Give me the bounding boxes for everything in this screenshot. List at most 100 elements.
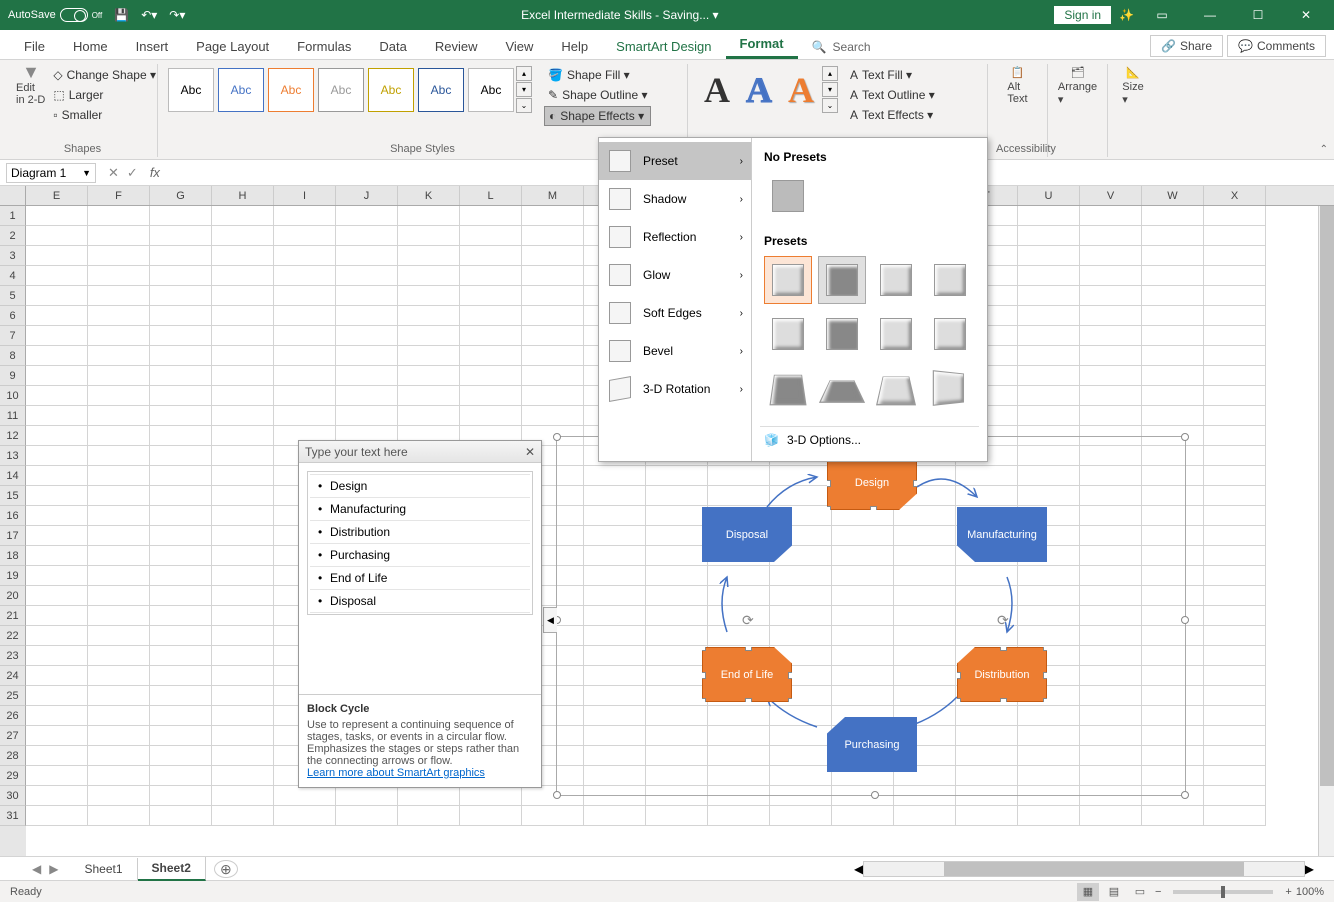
row-header[interactable]: 29: [0, 766, 26, 786]
row-header[interactable]: 2: [0, 226, 26, 246]
autosave-toggle[interactable]: AutoSave Off: [8, 8, 102, 22]
sheet-tab[interactable]: Sheet2: [138, 857, 206, 881]
node-manufacturing[interactable]: Manufacturing: [957, 507, 1047, 562]
column-header[interactable]: V: [1080, 186, 1142, 205]
column-header[interactable]: M: [522, 186, 584, 205]
node-purchasing[interactable]: Purchasing: [827, 717, 917, 772]
column-header[interactable]: I: [274, 186, 336, 205]
rotate-handle[interactable]: ⟳: [997, 612, 1009, 629]
confirm-icon[interactable]: ✓: [127, 165, 138, 181]
row-header[interactable]: 14: [0, 466, 26, 486]
rotate-handle[interactable]: ⟳: [742, 612, 754, 629]
sheet-nav-prev[interactable]: ◀: [32, 862, 41, 876]
row-header[interactable]: 22: [0, 626, 26, 646]
preset-1[interactable]: [764, 256, 812, 304]
change-shape-button[interactable]: ◇Change Shape ▾: [49, 66, 160, 84]
column-header[interactable]: G: [150, 186, 212, 205]
shape-style-4[interactable]: Abc: [318, 68, 364, 112]
preset-2[interactable]: [818, 256, 866, 304]
row-header[interactable]: 8: [0, 346, 26, 366]
sheet-tab[interactable]: Sheet1: [70, 858, 137, 880]
text-effects-button[interactable]: AText Effects ▾: [846, 106, 939, 124]
tab-home[interactable]: Home: [59, 34, 122, 59]
horizontal-scrollbar[interactable]: ◀▶: [854, 861, 1314, 877]
tab-data[interactable]: Data: [365, 34, 420, 59]
tab-view[interactable]: View: [491, 34, 547, 59]
shape-style-1[interactable]: Abc: [168, 68, 214, 112]
effect-reflection[interactable]: Reflection›: [599, 218, 751, 256]
effect-glow[interactable]: Glow›: [599, 256, 751, 294]
row-header[interactable]: 28: [0, 746, 26, 766]
list-item[interactable]: Design: [310, 474, 530, 498]
row-header[interactable]: 7: [0, 326, 26, 346]
node-endoflife[interactable]: End of Life: [702, 647, 792, 702]
effect-bevel[interactable]: Bevel›: [599, 332, 751, 370]
preset-8[interactable]: [926, 310, 974, 358]
list-item[interactable]: Purchasing: [310, 543, 530, 567]
zoom-slider[interactable]: [1173, 890, 1273, 894]
undo-icon[interactable]: ↶▾: [141, 8, 157, 22]
row-header[interactable]: 9: [0, 366, 26, 386]
column-header[interactable]: J: [336, 186, 398, 205]
zoom-in-button[interactable]: +: [1285, 886, 1291, 898]
column-header[interactable]: L: [460, 186, 522, 205]
row-header[interactable]: 3: [0, 246, 26, 266]
text-fill-button[interactable]: AText Fill ▾: [846, 66, 939, 84]
row-header[interactable]: 15: [0, 486, 26, 506]
node-distribution[interactable]: Distribution: [957, 647, 1047, 702]
row-header[interactable]: 26: [0, 706, 26, 726]
wordart-scroll[interactable]: ▴▾⌄: [822, 66, 838, 113]
select-all-corner[interactable]: [0, 186, 26, 206]
effect-preset[interactable]: Preset›: [599, 142, 751, 180]
coming-soon-icon[interactable]: ✨: [1119, 8, 1134, 22]
shape-style-2[interactable]: Abc: [218, 68, 264, 112]
effect-shadow[interactable]: Shadow›: [599, 180, 751, 218]
shape-outline-button[interactable]: ✎Shape Outline ▾: [544, 86, 651, 104]
tab-pagelayout[interactable]: Page Layout: [182, 34, 283, 59]
smartart-diagram[interactable]: ◀ Design Manufacturing Distribution: [556, 436, 1186, 796]
tab-file[interactable]: File: [10, 34, 59, 59]
tab-format[interactable]: Format: [726, 31, 798, 59]
preset-6[interactable]: [818, 310, 866, 358]
preset-none[interactable]: [764, 172, 812, 220]
text-pane-toggle[interactable]: ◀: [543, 607, 557, 633]
view-pagebreak-icon[interactable]: ▭: [1129, 883, 1151, 901]
row-header[interactable]: 18: [0, 546, 26, 566]
row-header[interactable]: 30: [0, 786, 26, 806]
preset-11[interactable]: [872, 364, 920, 412]
column-header[interactable]: E: [26, 186, 88, 205]
preset-4[interactable]: [926, 256, 974, 304]
tab-help[interactable]: Help: [547, 34, 602, 59]
wordart-style-3[interactable]: A: [780, 69, 822, 111]
add-sheet-button[interactable]: ⊕: [214, 860, 238, 878]
node-disposal[interactable]: Disposal: [702, 507, 792, 562]
smaller-button[interactable]: ▫Smaller: [49, 106, 160, 124]
shape-style-6[interactable]: Abc: [418, 68, 464, 112]
column-header[interactable]: X: [1204, 186, 1266, 205]
arrange-button[interactable]: 🗂Arrange ▾: [1056, 66, 1099, 106]
row-header[interactable]: 1: [0, 206, 26, 226]
row-header[interactable]: 12: [0, 426, 26, 446]
sheet-nav-next[interactable]: ▶: [49, 862, 58, 876]
text-outline-button[interactable]: AText Outline ▾: [846, 86, 939, 104]
tab-smartart-design[interactable]: SmartArt Design: [602, 34, 725, 59]
zoom-level[interactable]: 100%: [1296, 886, 1324, 898]
preset-10[interactable]: [818, 364, 866, 412]
preset-7[interactable]: [872, 310, 920, 358]
row-header[interactable]: 5: [0, 286, 26, 306]
view-normal-icon[interactable]: ▦: [1077, 883, 1099, 901]
column-header[interactable]: W: [1142, 186, 1204, 205]
column-header[interactable]: F: [88, 186, 150, 205]
name-box[interactable]: Diagram 1▼: [6, 163, 96, 183]
row-header[interactable]: 19: [0, 566, 26, 586]
effect-softedges[interactable]: Soft Edges›: [599, 294, 751, 332]
tab-formulas[interactable]: Formulas: [283, 34, 365, 59]
redo-icon[interactable]: ↷▾: [169, 8, 185, 22]
zoom-out-button[interactable]: −: [1155, 886, 1161, 898]
view-pagelayout-icon[interactable]: ▤: [1103, 883, 1125, 901]
shape-fill-button[interactable]: 🪣Shape Fill ▾: [544, 66, 651, 84]
row-header[interactable]: 16: [0, 506, 26, 526]
minimize-button[interactable]: —: [1190, 1, 1230, 29]
row-header[interactable]: 31: [0, 806, 26, 826]
list-item[interactable]: Manufacturing: [310, 497, 530, 521]
